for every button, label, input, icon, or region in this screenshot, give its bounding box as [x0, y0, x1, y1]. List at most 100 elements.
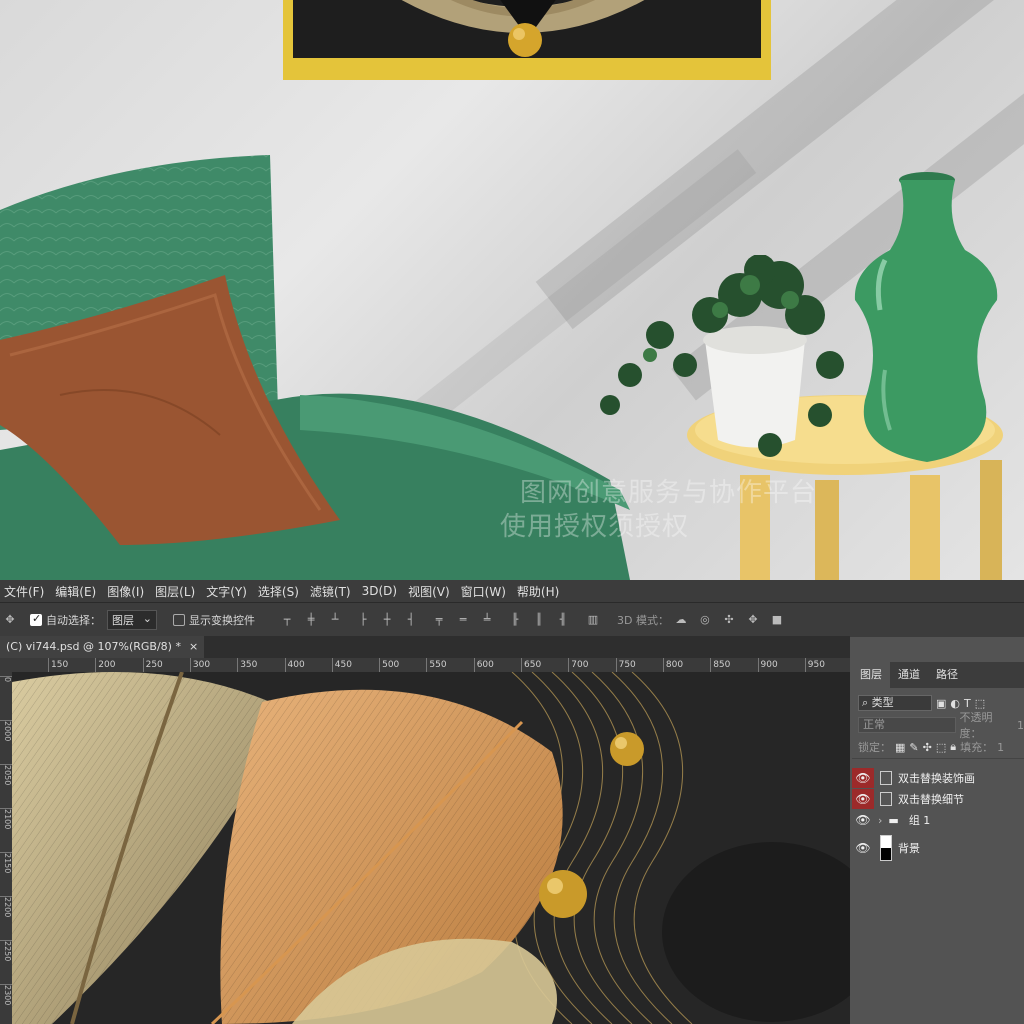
layer-row[interactable]: 👁︎ 双击替换细节	[852, 789, 1024, 809]
distribute-top-icon[interactable]: ╤	[431, 613, 447, 627]
menu-image[interactable]: 图像(I)	[103, 583, 151, 600]
lock-paint-icon[interactable]: ✎	[909, 741, 918, 754]
layer-row[interactable]: 👁︎ 背景	[852, 833, 1024, 863]
layer-filter-value: 类型	[871, 696, 894, 709]
3d-pan-icon[interactable]: ✣	[721, 613, 737, 627]
close-icon[interactable]: ×	[189, 636, 198, 658]
ruler-tick-label: 550	[426, 658, 447, 672]
menu-bar: 文件(F) 编辑(E) 图像(I) 图层(L) 文字(Y) 选择(S) 滤镜(T…	[0, 580, 1024, 602]
divider	[852, 758, 1024, 759]
canvas-artwork	[12, 672, 850, 1024]
align-vcenter-icon[interactable]: ╪	[303, 613, 319, 627]
move-tool-icon[interactable]: ✥	[2, 613, 18, 627]
image-filter-icon[interactable]: ▣	[936, 697, 946, 710]
eye-icon[interactable]: 👁︎	[852, 810, 874, 830]
lock-pixels-icon[interactable]: ▦	[895, 741, 905, 754]
auto-select-label: 自动选择：	[46, 614, 101, 627]
auto-align-icon[interactable]: ▥	[585, 613, 601, 627]
eye-icon[interactable]: 👁︎	[852, 838, 874, 858]
3d-rotate-icon[interactable]: ☁	[673, 613, 689, 627]
lock-position-icon[interactable]: ✣	[923, 741, 932, 754]
menu-file[interactable]: 文件(F)	[0, 583, 51, 600]
blend-mode-dropdown[interactable]: 正常	[858, 717, 956, 733]
eye-icon[interactable]: 👁︎	[852, 768, 874, 788]
distribute-bottom-icon[interactable]: ╧	[479, 613, 495, 627]
layer-name: 双击替换装饰画	[898, 772, 975, 785]
menu-3d[interactable]: 3D(D)	[358, 584, 404, 598]
align-hcenter-icon[interactable]: ┼	[379, 613, 395, 627]
search-icon: ⌕	[862, 696, 869, 709]
artwork-canvas	[293, 0, 761, 58]
menu-view[interactable]: 视图(V)	[404, 583, 457, 600]
lock-label: 锁定：	[858, 741, 891, 754]
3d-slide-icon[interactable]: ✥	[745, 613, 761, 627]
ruler-tick-label: 200	[95, 658, 115, 672]
blend-row: 正常 不透明度： 1	[852, 711, 1024, 740]
vertical-ruler[interactable]: 0 2000 2050 2100 2150 2200 2250 2300	[0, 672, 12, 1024]
chevron-right-icon[interactable]: ›	[878, 814, 882, 827]
layer-filter-dropdown[interactable]: ⌕ 类型	[858, 695, 932, 711]
watermark-line: 使用授权须授权	[500, 512, 690, 542]
ruler-tick-label: 2250	[0, 940, 12, 961]
opacity-label: 不透明度：	[959, 711, 993, 740]
photoshop-window: 文件(F) 编辑(E) 图像(I) 图层(L) 文字(Y) 选择(S) 滤镜(T…	[0, 580, 1024, 1024]
menu-filter[interactable]: 滤镜(T)	[306, 583, 358, 600]
distribute-left-icon[interactable]: ╟	[507, 613, 523, 627]
menu-select[interactable]: 选择(S)	[254, 583, 306, 600]
auto-select-dropdown[interactable]: 图层 ⌄	[107, 610, 157, 630]
align-left-icon[interactable]: ├	[355, 613, 371, 627]
layers-panel: 图层 通道 路径 ⌕ 类型 ▣ ◐ T ⬚ 正常 不透明度： 1 锁定： ▦ ✎…	[852, 662, 1024, 1024]
green-vase	[854, 172, 998, 462]
ruler-tick-label: 2300	[0, 984, 12, 1005]
distribute-right-icon[interactable]: ╢	[555, 613, 571, 627]
3d-roll-icon[interactable]: ◎	[697, 613, 713, 627]
layer-row[interactable]: 👁︎ › ▬ 组 1	[852, 810, 1024, 830]
menu-help[interactable]: 帮助(H)	[513, 583, 566, 600]
options-bar: ✥ 自动选择： 图层 ⌄ 显示变换控件 ┬ ╪ ┴ ├ ┼ ┤ ╤ ═ ╧ ╟ ║…	[0, 602, 1024, 637]
shape-filter-icon[interactable]: ⬚	[975, 697, 985, 710]
framed-artwork	[283, 0, 771, 80]
ruler-corner	[0, 658, 12, 672]
tab-paths[interactable]: 路径	[928, 662, 966, 688]
distribute-hcenter-icon[interactable]: ║	[531, 613, 547, 627]
ruler-tick-label: 2050	[0, 764, 12, 785]
menu-layer[interactable]: 图层(L)	[151, 583, 202, 600]
layer-name: 组 1	[908, 814, 931, 827]
ruler-tick-label: 850	[710, 658, 730, 672]
opacity-value[interactable]: 1	[1017, 719, 1024, 732]
document-canvas[interactable]	[12, 672, 850, 1024]
tab-channels[interactable]: 通道	[890, 662, 928, 688]
distribute-vcenter-icon[interactable]: ═	[455, 613, 471, 627]
3d-scale-icon[interactable]: ■	[769, 613, 785, 627]
adjustment-filter-icon[interactable]: ◐	[950, 697, 960, 710]
ruler-tick-label: 250	[142, 658, 163, 672]
menu-edit[interactable]: 编辑(E)	[51, 583, 103, 600]
type-filter-icon[interactable]: T	[964, 697, 971, 710]
align-top-icon[interactable]: ┬	[279, 613, 295, 627]
document-tab-bar: (C) vi744.psd @ 107%(RGB/8) * ×	[0, 636, 850, 658]
document-tab[interactable]: (C) vi744.psd @ 107%(RGB/8) * ×	[0, 636, 205, 658]
eye-icon[interactable]: 👁︎	[852, 789, 874, 809]
show-transform-checkbox[interactable]	[173, 614, 185, 626]
document-title: (C) vi744.psd @ 107%(RGB/8) *	[6, 640, 181, 653]
ruler-tick-label: 2150	[0, 852, 12, 873]
align-bottom-icon[interactable]: ┴	[327, 613, 343, 627]
ruler-tick-label: 700	[568, 658, 588, 672]
fill-value[interactable]: 1	[997, 741, 1004, 754]
layer-row[interactable]: 👁︎ 双击替换装饰画	[852, 768, 1024, 788]
menu-type[interactable]: 文字(Y)	[202, 583, 254, 600]
potted-plant	[600, 255, 844, 457]
fill-label: 填充：	[960, 741, 994, 754]
horizontal-ruler[interactable]: 150 200 250 300 350 400 450 500 550 600 650 700 750 8…	[12, 658, 850, 672]
room-mockup-preview: 图网创意服务与协作平台 使用授权须授权	[0, 0, 1024, 580]
ruler-tick-label: 600	[473, 658, 494, 672]
layer-thumbnail	[880, 835, 892, 861]
menu-window[interactable]: 窗口(W)	[457, 583, 513, 600]
layer-name: 背景	[898, 842, 920, 855]
mode-3d-label: 3D 模式：	[617, 614, 669, 627]
lock-all-icon[interactable]: 🔒︎	[950, 740, 956, 754]
lock-artboard-icon[interactable]: ⬚	[936, 741, 946, 754]
tab-layers[interactable]: 图层	[852, 662, 890, 688]
align-right-icon[interactable]: ┤	[403, 613, 419, 627]
auto-select-checkbox[interactable]	[30, 612, 42, 626]
